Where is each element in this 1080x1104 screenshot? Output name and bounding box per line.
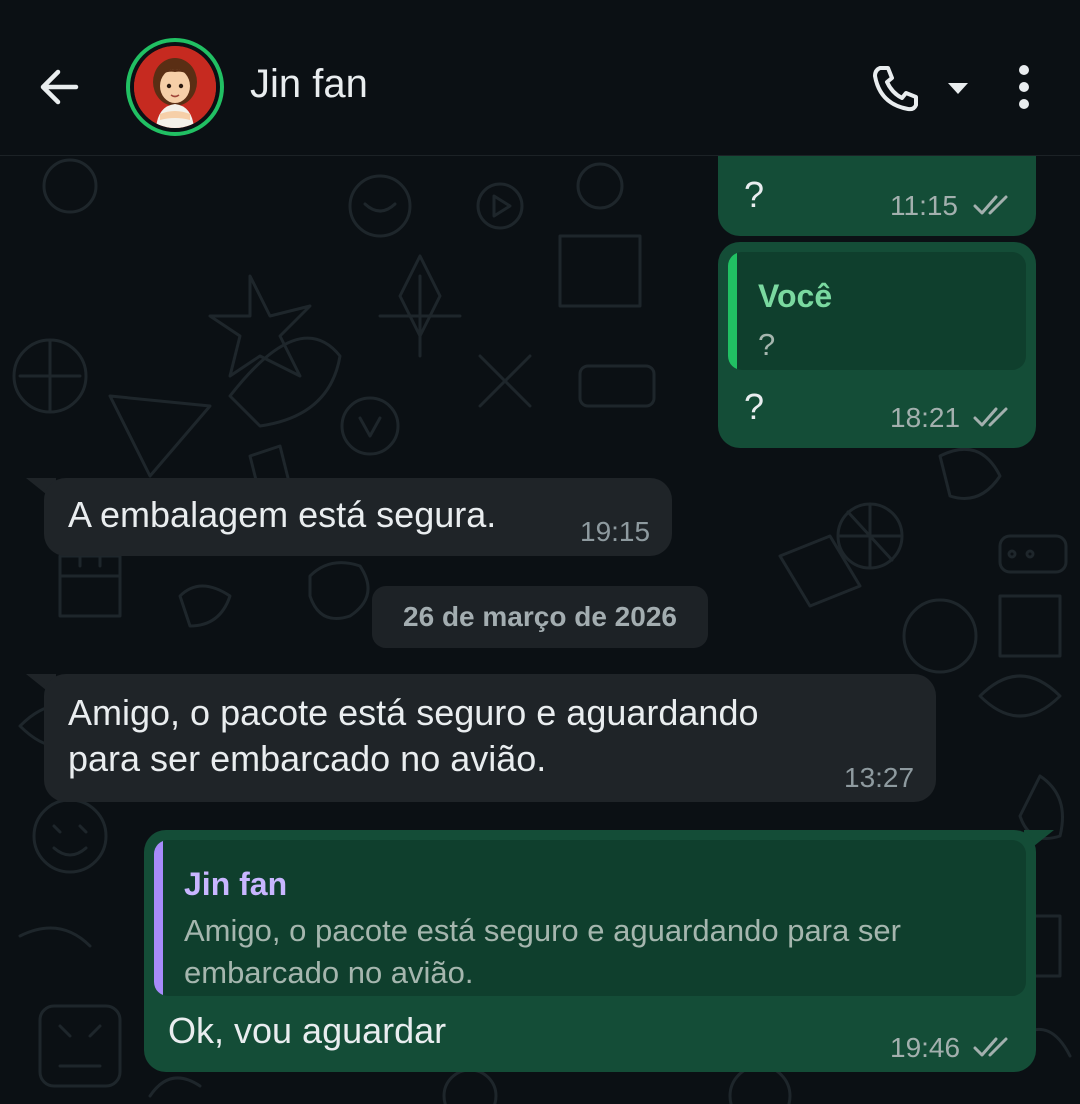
quote-accent-bar <box>154 840 163 996</box>
message-time: 19:15 <box>580 516 651 547</box>
quoted-message[interactable]: Jin fan Amigo, o pacote está seguro e ag… <box>154 840 1026 996</box>
message-bubble-outgoing[interactable]: ? 11:15 <box>718 156 1036 236</box>
date-separator: 26 de março de 2026 <box>372 586 708 648</box>
contact-name[interactable]: Jin fan <box>250 62 368 107</box>
quoted-message[interactable]: Você ? <box>728 252 1026 370</box>
message-text: Amigo, o pacote está seguro e aguardando… <box>68 692 759 779</box>
dropdown-arrow-icon[interactable] <box>944 76 972 100</box>
message-bubble-incoming[interactable]: Amigo, o pacote está seguro e aguardando… <box>44 674 936 802</box>
quote-text: Amigo, o pacote está seguro e aguardando… <box>184 913 901 990</box>
back-arrow-icon[interactable] <box>30 58 88 116</box>
chat-area[interactable]: ? 11:15 Você ? ? 18:21 A embalagem está … <box>0 156 1080 1104</box>
read-double-check-icon <box>973 195 1008 215</box>
message-text: Ok, vou aguardar <box>168 1010 447 1051</box>
avatar[interactable] <box>126 38 224 136</box>
message-bubble-outgoing[interactable]: Jin fan Amigo, o pacote está seguro e ag… <box>144 830 1036 1072</box>
chat-header: Jin fan <box>0 0 1080 156</box>
message-time: 11:15 <box>890 190 958 221</box>
read-double-check-icon <box>973 1037 1008 1057</box>
phone-icon[interactable] <box>868 60 924 116</box>
quote-author: Jin fan <box>184 866 288 902</box>
message-text: ? <box>744 174 765 215</box>
quote-text: ? <box>758 327 776 362</box>
message-time: 18:21 <box>890 402 961 433</box>
avatar-image <box>134 46 216 128</box>
message-bubble-outgoing[interactable]: Você ? ? 18:21 <box>718 242 1036 448</box>
message-time: 19:46 <box>890 1032 961 1063</box>
message-time: 13:27 <box>844 762 915 793</box>
message-text: ? <box>744 386 765 427</box>
quote-accent-bar <box>728 252 737 370</box>
message-bubble-incoming[interactable]: A embalagem está segura. 19:15 <box>44 478 672 556</box>
message-text: A embalagem está segura. <box>68 494 497 535</box>
quote-author: Você <box>758 278 833 314</box>
read-double-check-icon <box>973 407 1008 427</box>
more-vertical-icon[interactable] <box>1008 62 1040 112</box>
